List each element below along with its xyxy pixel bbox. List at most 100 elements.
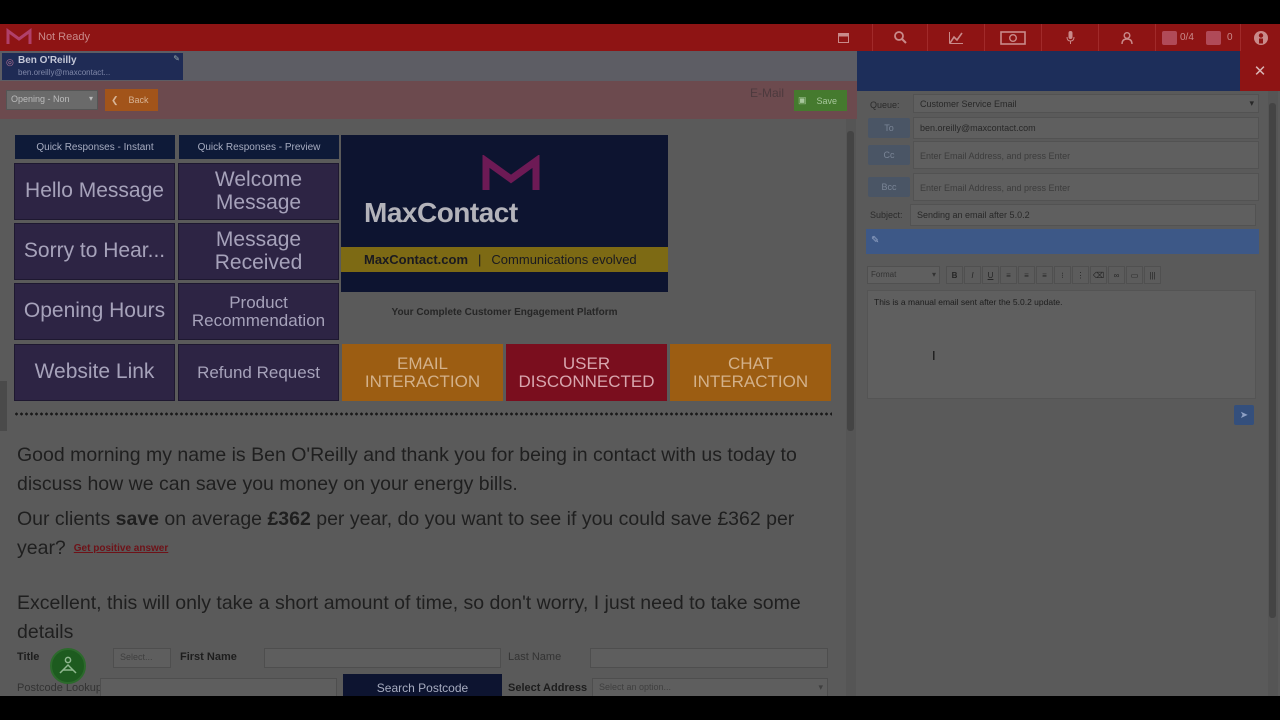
microphone-icon[interactable] [1041, 24, 1098, 51]
cc-placeholder: Enter Email Address, and press Enter [920, 151, 1071, 161]
agent-status[interactable]: Not Ready [38, 31, 90, 43]
pitch-text: Our clients [17, 508, 116, 530]
side-handle[interactable] [0, 381, 7, 431]
back-button[interactable]: ❮ Back [105, 89, 158, 111]
search-postcode-button[interactable]: Search Postcode [343, 674, 502, 696]
image-icon[interactable]: ▭ [1126, 266, 1143, 284]
select-address-label: Select Address [508, 682, 588, 694]
help-icon[interactable] [1240, 24, 1280, 51]
agent-name: Ben O'Reilly [18, 55, 77, 66]
paperclip-icon[interactable]: ✎ [871, 235, 879, 246]
script-greeting: Good morning my name is Ben O'Reilly and… [17, 444, 797, 495]
search-icon[interactable] [872, 24, 927, 51]
last-name-label: Last Name [508, 651, 562, 663]
queue-label: Queue: [870, 100, 900, 110]
code-icon[interactable]: ||| [1144, 266, 1161, 284]
quick-response-welcome[interactable]: Welcome Message [178, 163, 339, 220]
bcc-input[interactable]: Enter Email Address, and press Enter [913, 173, 1259, 201]
bcc-placeholder: Enter Email Address, and press Enter [920, 183, 1071, 193]
alerts-count: 0 [1227, 32, 1233, 43]
money-icon[interactable] [984, 24, 1041, 51]
agents-icon [1162, 30, 1177, 45]
brand-band: MaxContact.com | Communications evolved [341, 247, 668, 272]
email-body-text: This is a manual email sent after the 5.… [874, 297, 1063, 307]
quick-response-hello[interactable]: Hello Message [14, 163, 175, 220]
email-interaction-button[interactable]: EMAIL INTERACTION [342, 344, 503, 401]
pitch-bold-save: save [115, 508, 160, 530]
email-panel-scrollbar-thumb[interactable] [1269, 103, 1276, 618]
queue-select-value: Customer Service Email [920, 99, 1017, 109]
maxcontact-logo-icon [6, 28, 32, 44]
to-input[interactable]: ben.oreilly@maxcontact.com [913, 117, 1259, 139]
last-name-input[interactable] [590, 648, 828, 668]
align-right-icon[interactable]: ≡ [1036, 266, 1053, 284]
quick-response-website-link[interactable]: Website Link [14, 344, 175, 401]
first-name-label: First Name [180, 651, 237, 663]
format-select-value: Format [871, 270, 897, 279]
to-button[interactable]: To [868, 118, 910, 138]
agents-counter[interactable]: 0/4 [1155, 24, 1203, 51]
brand-separator: | [478, 252, 482, 267]
align-left-icon[interactable]: ≡ [1000, 266, 1017, 284]
close-icon[interactable]: ✕ [1240, 51, 1280, 91]
main-scrollbar[interactable] [846, 119, 856, 696]
email-panel-scrollbar[interactable] [1268, 91, 1278, 696]
main-scrollbar-thumb[interactable] [847, 131, 854, 431]
assistant-fab[interactable] [50, 648, 86, 684]
bcc-button[interactable]: Bcc [868, 177, 910, 197]
address-select[interactable]: Select an option... ▾ [592, 678, 828, 696]
queue-select[interactable]: Customer Service Email ▾ [913, 94, 1259, 113]
interaction-tab[interactable]: ◎ Ben O'Reilly ben.oreilly@maxcontact...… [2, 53, 183, 80]
link-icon[interactable]: ∞ [1108, 266, 1125, 284]
email-body-editor[interactable]: This is a manual email sent after the 5.… [867, 290, 1256, 399]
bold-icon[interactable]: B [946, 266, 963, 284]
underline-icon[interactable]: U [982, 266, 999, 284]
subject-input[interactable]: Sending an email after 5.0.2 [910, 204, 1256, 226]
email-panel-header: ✕ [857, 51, 1280, 91]
text-cursor-icon: I [932, 348, 936, 363]
quick-response-product-recommendation[interactable]: Product Recommendation [178, 283, 339, 340]
quick-response-received[interactable]: Message Received [178, 223, 339, 280]
disposition-select[interactable]: Opening - Non ▾ [6, 90, 98, 110]
quick-response-sorry[interactable]: Sorry to Hear... [14, 223, 175, 280]
contact-icon: ◎ [6, 57, 14, 67]
save-button-label: Save [816, 95, 838, 106]
brand-slogan: Communications evolved [491, 252, 637, 267]
numbered-list-icon[interactable]: ⋮ [1072, 266, 1089, 284]
clear-format-icon[interactable]: ⌫ [1090, 266, 1107, 284]
script-pitch: Our clients save on average £362 per yea… [17, 505, 832, 563]
cc-button[interactable]: Cc [868, 145, 910, 165]
editor-toolbar: Format ▾ B I U ≡ ≡ ≡ ⁝ ⋮ ⌫ ∞ ▭ ||| [867, 265, 1167, 285]
back-button-label: Back [128, 95, 149, 105]
positive-answer-link[interactable]: Get positive answer [74, 543, 168, 554]
cc-input[interactable]: Enter Email Address, and press Enter [913, 141, 1259, 169]
chat-interaction-button[interactable]: CHAT INTERACTION [670, 344, 831, 401]
maxcontact-mark-icon [482, 155, 540, 190]
italic-icon[interactable]: I [964, 266, 981, 284]
chart-icon[interactable] [927, 24, 984, 51]
format-select[interactable]: Format ▾ [867, 266, 940, 284]
pin-icon[interactable]: ✎ [173, 54, 180, 63]
first-name-input[interactable] [264, 648, 501, 668]
window-icon[interactable] [829, 24, 857, 51]
postcode-label: Postcode Lookup [17, 682, 103, 694]
align-center-icon[interactable]: ≡ [1018, 266, 1035, 284]
save-icon: ▣ [798, 95, 807, 105]
user-disconnected-button[interactable]: USER DISCONNECTED [506, 344, 667, 401]
save-button[interactable]: ▣ Save [794, 90, 847, 111]
pitch-text: on average [159, 508, 268, 530]
title-select[interactable]: Select... [113, 648, 171, 668]
interaction-tab-strip: ◎ Ben O'Reilly ben.oreilly@maxcontact...… [0, 51, 857, 81]
send-icon[interactable]: ➤ [1234, 405, 1254, 425]
disposition-select-value: Opening - Non [11, 94, 70, 104]
dotted-divider [14, 412, 832, 416]
postcode-input[interactable] [100, 678, 337, 696]
brand-url: MaxContact.com [364, 252, 469, 267]
address-select-placeholder: Select an option... [599, 682, 672, 692]
quick-response-refund[interactable]: Refund Request [178, 344, 339, 401]
user-icon[interactable] [1098, 24, 1155, 51]
attachment-bar[interactable]: ✎ [866, 229, 1259, 254]
bullet-list-icon[interactable]: ⁝ [1054, 266, 1071, 284]
alerts-counter[interactable]: 0 [1203, 24, 1240, 51]
quick-response-opening-hours[interactable]: Opening Hours [14, 283, 175, 340]
